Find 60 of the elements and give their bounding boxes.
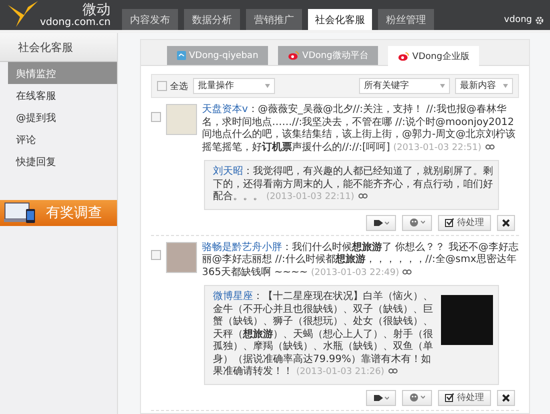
- weibo-icon: [398, 52, 410, 60]
- quote-text: 微博星座：【十二星座现在状况】白羊（恼火）、金牛（不开心并且也很缺钱）、双子（缺钱）、巨蟹（缺钱）、狮子（很想玩）、处女（很缺钱）、天秤（想旅游）、天蝎（想心上人了）、射手（很孤独）、摩羯（缺钱）、水瓶（缺钱）、双鱼（单身）（据说准确率高达79.99%）靠谱有木有！如果准确请转发！！ (2013-01-03 21:26): [213, 291, 434, 378]
- nav-tab[interactable]: 内容发布: [122, 9, 178, 30]
- checkbox-icon: [445, 393, 454, 402]
- nav-tab[interactable]: 社会化客服: [308, 9, 372, 30]
- sidebar-title: 社会化客服: [0, 33, 117, 62]
- link-icon[interactable]: [358, 193, 368, 200]
- nav-tab[interactable]: 数据分析: [184, 9, 240, 30]
- caret-icon: [503, 84, 508, 88]
- keyword-dropdown[interactable]: 所有关键字: [359, 78, 450, 94]
- link-icon[interactable]: [388, 368, 398, 374]
- smiley-icon: [409, 218, 425, 227]
- smiley-icon: [409, 393, 425, 402]
- pending-button[interactable]: 待处理: [438, 214, 491, 230]
- post-checkbox[interactable]: [151, 250, 161, 260]
- close-button[interactable]: [497, 390, 515, 406]
- account-tab[interactable]: VDong企业版: [388, 46, 480, 66]
- close-button[interactable]: [497, 214, 515, 230]
- sidebar-item[interactable]: 评论: [8, 128, 117, 150]
- user-name[interactable]: vdong: [504, 15, 532, 25]
- devices-icon: [4, 202, 38, 224]
- post-text: 骆畅是黔艺舟小胖：我们什么时候想旅游了 你想么？？ 我还不@李好志丽@李好志丽想 //:什么时候都想旅游，，，，，，//:全@smx思密达年365天都缺钱啊 ~~~~ (2013-01-03 22:49): [202, 242, 519, 279]
- author-link[interactable]: 骆畅是黔艺舟小胖: [202, 242, 282, 252]
- select-all-checkbox[interactable]: [157, 81, 167, 91]
- link-icon[interactable]: [484, 144, 495, 150]
- nav-tab[interactable]: 营销推广: [246, 9, 302, 30]
- caret-icon: [265, 84, 270, 88]
- nav-tab[interactable]: 粉丝管理: [378, 9, 434, 30]
- tag-dropdown-button[interactable]: [366, 214, 396, 230]
- close-icon: [502, 394, 510, 402]
- checkbox-icon: [445, 218, 454, 227]
- avatar-placeholder: [166, 104, 197, 135]
- close-icon: [502, 218, 510, 226]
- select-all-label[interactable]: 全选: [170, 80, 188, 92]
- settings-icon[interactable]: [535, 16, 544, 24]
- quote-text: 刘天昭：我觉得吧，有兴趣的人都已经知道了，就别刷屏了。剩下的，还得看南方周末的人，能不能齐齐心，有点行动，咱们好配合。。。 (2013-01-03 22:11): [213, 166, 493, 204]
- author-link[interactable]: 刘天昭: [213, 166, 243, 177]
- post-text: 天盘资本v：@薇薇安_吴薇@北夕//:关注，支持！ //:我也报@春林华名，求时间地点……//:我坚决去，不管在哪 //:说个时@moonjoy2012间地点什么的吧，该集结集结，该上街上街，@郭力-周文@北京刘柠该摇笔摇笔，好订机票声援什么的//://:[呵呵] (2013-01-03 22:51): [202, 104, 517, 154]
- sidebar-item[interactable]: @提到我: [8, 106, 117, 128]
- batch-dropdown[interactable]: 批量操作: [193, 78, 275, 94]
- tag-dropdown-button[interactable]: [366, 390, 396, 406]
- post-checkbox[interactable]: [151, 112, 161, 122]
- emoji-dropdown-button[interactable]: [402, 390, 432, 406]
- avatar-placeholder: [166, 242, 197, 272]
- logo-text: 微动: [82, 2, 111, 16]
- sort-dropdown[interactable]: 最新内容: [455, 78, 513, 94]
- pending-button[interactable]: 待处理: [438, 390, 491, 406]
- author-link[interactable]: 天盘资本v: [202, 104, 248, 115]
- sidebar-item[interactable]: 快捷回复: [8, 150, 117, 172]
- square-icon: [177, 51, 186, 60]
- caret-icon: [440, 84, 445, 88]
- author-link[interactable]: 微博星座: [213, 291, 253, 302]
- image-placeholder: [441, 295, 493, 345]
- logo-domain: vdong.com.cn: [40, 16, 111, 28]
- link-icon[interactable]: [402, 268, 412, 275]
- tag-icon: [373, 394, 389, 402]
- emoji-dropdown-button[interactable]: [402, 214, 432, 230]
- weibo-icon: [288, 51, 300, 60]
- sidebar-item[interactable]: 在线客服: [8, 84, 117, 106]
- tag-icon: [373, 218, 389, 226]
